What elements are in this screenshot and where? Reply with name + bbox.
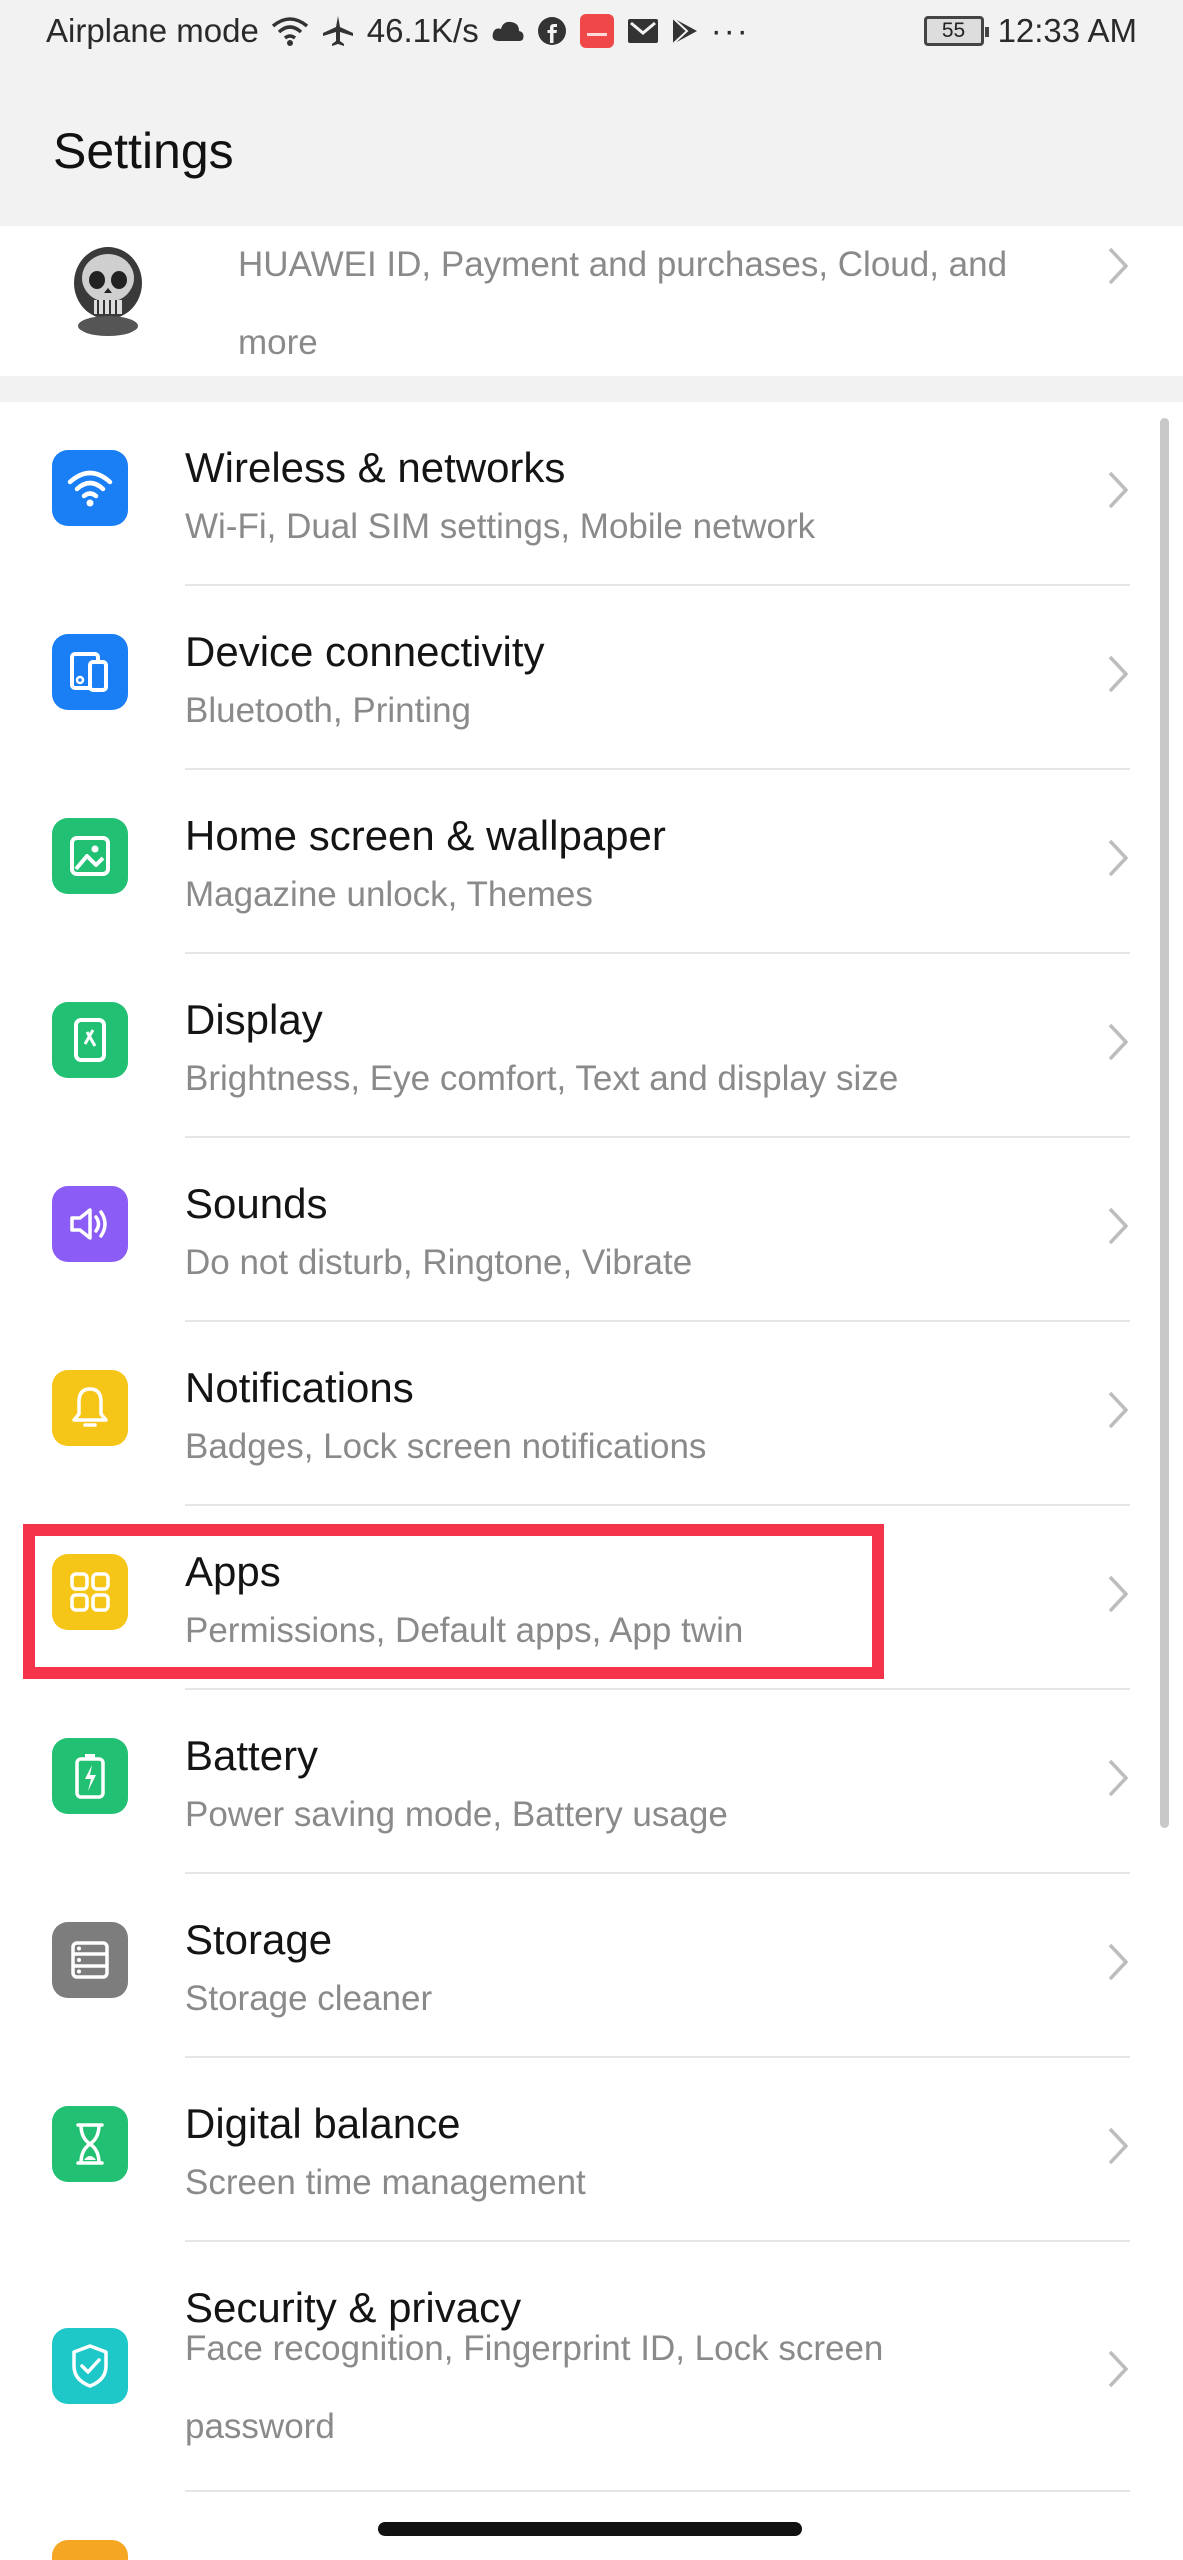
settings-item-subtitle: Face recognition, Fingerprint ID, Lock s… — [185, 2329, 884, 2446]
chevron-right-icon — [1107, 654, 1129, 699]
app-notification-icon — [579, 13, 615, 49]
wifi-status-icon — [271, 16, 309, 46]
settings-item-label: Storage — [185, 1916, 333, 1963]
next-item-icon — [52, 2540, 128, 2560]
chevron-right-icon — [1107, 1390, 1129, 1435]
settings-item-wireless-networks[interactable]: Wireless & networks Wi-Fi, Dual SIM sett… — [0, 402, 1183, 586]
settings-item-subtitle: Bluetooth, Printing — [185, 691, 472, 730]
chevron-right-icon — [1107, 1574, 1129, 1619]
battery-level-icon: 55 — [923, 16, 989, 46]
settings-item-label: Sounds — [185, 1180, 328, 1227]
settings-item-display[interactable]: Display Brightness, Eye comfort, Text an… — [0, 954, 1183, 1138]
storage-icon — [52, 1922, 128, 1998]
page-title: Settings — [53, 123, 234, 179]
bell-icon — [52, 1370, 128, 1446]
device-connectivity-icon — [52, 634, 128, 710]
settings-item-subtitle: Power saving mode, Battery usage — [185, 1795, 728, 1834]
more-notifications-icon: ··· — [710, 12, 750, 49]
wifi-icon — [52, 450, 128, 526]
apps-grid-icon — [52, 1554, 128, 1630]
chevron-right-icon — [1107, 470, 1129, 515]
network-speed: 46.1K/s — [366, 12, 479, 49]
chevron-right-icon — [1107, 2126, 1129, 2171]
account-summary: HUAWEI ID, Payment and purchases, Cloud,… — [238, 245, 1008, 362]
settings-item-subtitle: Brightness, Eye comfort, Text and displa… — [185, 1059, 899, 1098]
settings-item-label: Display — [185, 996, 323, 1043]
section-divider — [0, 376, 1183, 402]
settings-item-subtitle: Storage cleaner — [185, 1979, 433, 2018]
chevron-right-icon — [1107, 1206, 1129, 1251]
settings-item-subtitle: Screen time management — [185, 2163, 586, 2202]
gmail-icon — [627, 18, 659, 44]
settings-item-subtitle: Do not disturb, Ringtone, Vibrate — [185, 1243, 693, 1282]
settings-item-digital-balance[interactable]: Digital balance Screen time management — [0, 2058, 1183, 2242]
settings-item-subtitle: Wi-Fi, Dual SIM settings, Mobile network — [185, 507, 816, 546]
settings-item-label: Notifications — [185, 1364, 414, 1411]
avatar — [58, 238, 158, 338]
chevron-right-icon — [1107, 1758, 1129, 1803]
cloud-icon — [491, 19, 525, 43]
row-divider — [185, 2490, 1130, 2492]
battery-icon — [52, 1738, 128, 1814]
settings-item-security-privacy[interactable]: Security & privacy Face recognition, Fin… — [0, 2242, 1183, 2492]
settings-item-subtitle: Badges, Lock screen notifications — [185, 1427, 707, 1466]
settings-item-apps[interactable]: Apps Permissions, Default apps, App twin — [0, 1506, 1183, 1690]
settings-item-label: Home screen & wallpaper — [185, 812, 666, 859]
settings-item-label: Wireless & networks — [185, 444, 566, 491]
huawei-id-account-row[interactable]: HUAWEI ID, Payment and purchases, Cloud,… — [0, 226, 1183, 376]
chevron-right-icon — [1107, 2349, 1129, 2394]
chevron-right-icon — [1107, 1942, 1129, 1987]
settings-item-label: Battery — [185, 1732, 319, 1779]
settings-item-subtitle: Permissions, Default apps, App twin — [185, 1611, 744, 1650]
battery-level: 55 — [941, 19, 966, 42]
settings-item-label: Digital balance — [185, 2100, 461, 2147]
facebook-icon — [537, 16, 567, 46]
shield-icon — [52, 2328, 128, 2404]
airplane-mode-text: Airplane mode — [46, 12, 259, 49]
settings-item-subtitle: Magazine unlock, Themes — [185, 875, 593, 914]
chevron-right-icon — [1107, 246, 1129, 291]
settings-item-device-connectivity[interactable]: Device connectivity Bluetooth, Printing — [0, 586, 1183, 770]
chevron-right-icon — [1107, 1022, 1129, 1067]
settings-header: Settings — [0, 62, 1183, 226]
scrollbar[interactable] — [1160, 418, 1169, 1828]
settings-item-label: Device connectivity — [185, 628, 545, 675]
display-icon — [52, 1002, 128, 1078]
settings-item-storage[interactable]: Storage Storage cleaner — [0, 1874, 1183, 2058]
wallpaper-icon — [52, 818, 128, 894]
chevron-right-icon — [1107, 838, 1129, 883]
airplane-icon — [321, 14, 355, 48]
home-indicator[interactable] — [378, 2522, 802, 2536]
settings-item-sounds[interactable]: Sounds Do not disturb, Ringtone, Vibrate — [0, 1138, 1183, 1322]
status-bar: Airplane mode 46.1K/s ··· 55 12:33 AM — [0, 0, 1183, 62]
play-store-icon — [671, 16, 699, 46]
settings-item-battery[interactable]: Battery Power saving mode, Battery usage — [0, 1690, 1183, 1874]
settings-screen: Airplane mode 46.1K/s ··· 55 12:33 AM Se… — [0, 0, 1183, 2560]
hourglass-icon — [52, 2106, 128, 2182]
settings-item-notifications[interactable]: Notifications Badges, Lock screen notifi… — [0, 1322, 1183, 1506]
settings-item-home-screen-wallpaper[interactable]: Home screen & wallpaper Magazine unlock,… — [0, 770, 1183, 954]
clock: 12:33 AM — [997, 12, 1137, 49]
settings-item-label: Apps — [185, 1548, 281, 1595]
speaker-icon — [52, 1186, 128, 1262]
